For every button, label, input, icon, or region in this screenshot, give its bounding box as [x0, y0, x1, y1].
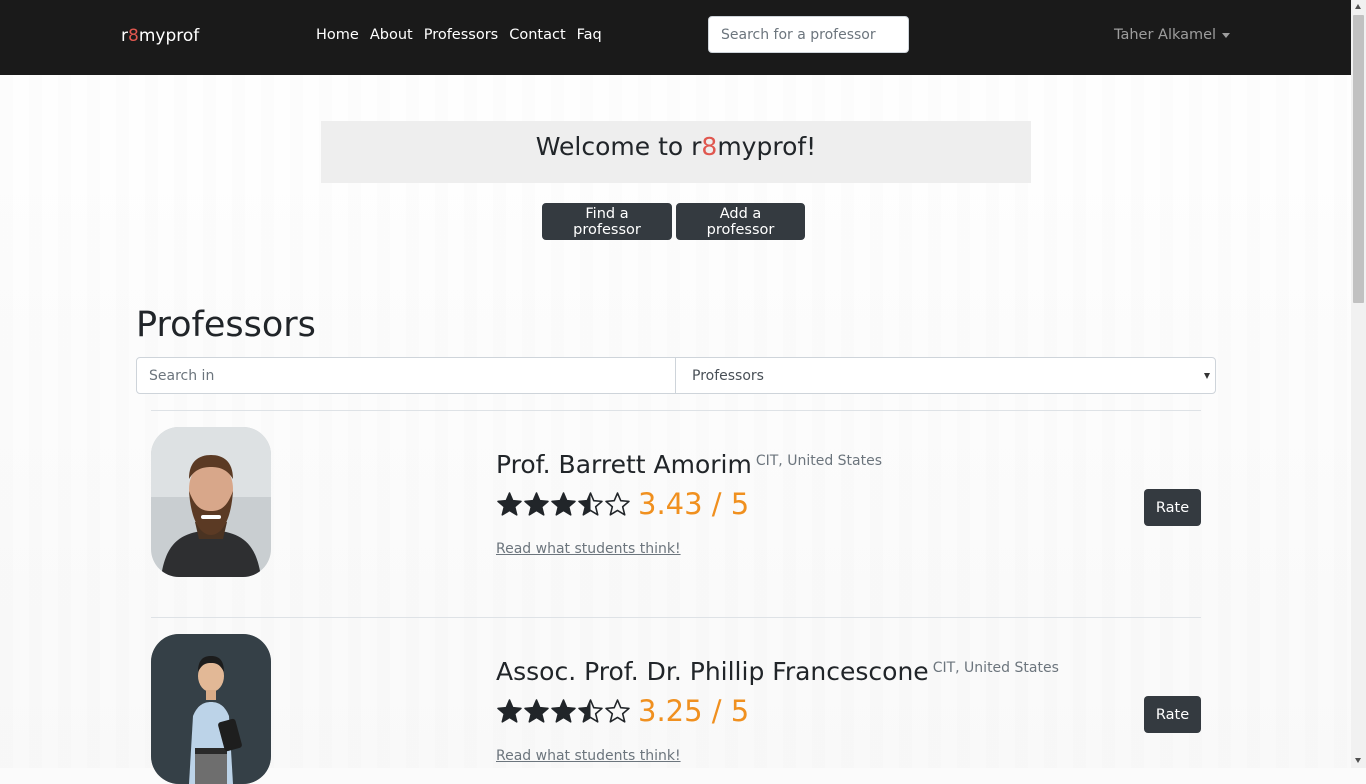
- welcome-suffix: myprof!: [717, 132, 817, 161]
- card-divider: [151, 410, 1201, 411]
- brand-prefix: r: [121, 26, 128, 46]
- find-professor-button[interactable]: Find a professor: [542, 203, 672, 240]
- star-filled-icon: [524, 699, 549, 723]
- read-reviews-link[interactable]: Read what students think!: [496, 748, 681, 764]
- rate-button[interactable]: Rate: [1144, 696, 1201, 733]
- professor-photo: [151, 427, 271, 577]
- professor-name-heading: Prof. Barrett Amorim CIT, United States: [496, 450, 882, 479]
- star-rating: [496, 491, 631, 518]
- professor-location: CIT, United States: [932, 660, 1059, 676]
- user-menu-dropdown[interactable]: Taher Alkamel: [1114, 27, 1231, 43]
- user-name: Taher Alkamel: [1114, 27, 1217, 43]
- scrollbar[interactable]: [1351, 0, 1366, 768]
- card-divider: [151, 617, 1201, 618]
- scrollbar-thumb[interactable]: [1353, 15, 1364, 303]
- professor-name: Prof. Barrett Amorim: [496, 450, 752, 479]
- star-rating: [496, 698, 631, 725]
- brand-suffix: myprof: [138, 26, 200, 46]
- star-filled-icon: [551, 699, 576, 723]
- filter-category-select[interactable]: Professors: [675, 357, 1216, 394]
- rating-value: 3.43 / 5: [638, 487, 750, 521]
- brand-logo[interactable]: r8myprof: [121, 26, 199, 46]
- nav-link-home[interactable]: Home: [316, 27, 359, 43]
- professor-photo: [151, 634, 271, 784]
- select-arrow-icon: [1204, 373, 1210, 379]
- caret-down-icon: [1222, 32, 1231, 38]
- navbar: r8myprof Home About Professors Contact F…: [0, 0, 1351, 75]
- select-value: Professors: [692, 367, 764, 384]
- star-filled-icon: [524, 492, 549, 516]
- professor-location: CIT, United States: [755, 453, 883, 469]
- nav-link-about[interactable]: About: [370, 27, 413, 43]
- read-reviews-link[interactable]: Read what students think!: [496, 541, 681, 557]
- star-filled-icon: [497, 699, 522, 723]
- star-filled-icon: [497, 492, 522, 516]
- nav-links: Home About Professors Contact Faq: [316, 27, 613, 43]
- rating-value: 3.25 / 5: [638, 694, 750, 728]
- welcome-prefix: Welcome to r: [535, 132, 702, 161]
- nav-link-faq[interactable]: Faq: [577, 27, 602, 43]
- scroll-down-icon[interactable]: [1355, 758, 1361, 763]
- star-filled-icon: [551, 492, 576, 516]
- star-empty-icon: [605, 699, 630, 723]
- star-empty-icon: [605, 492, 630, 516]
- filter-search-input[interactable]: [136, 357, 676, 394]
- star-half-icon: [578, 492, 603, 516]
- star-half-icon: [578, 699, 603, 723]
- nav-link-professors[interactable]: Professors: [424, 27, 499, 43]
- add-professor-button[interactable]: Add a professor: [676, 203, 805, 240]
- nav-link-contact[interactable]: Contact: [509, 27, 565, 43]
- professor-search-input[interactable]: [708, 16, 909, 53]
- professor-portrait-image: [151, 634, 271, 784]
- scroll-up-icon[interactable]: [1355, 4, 1361, 9]
- welcome-eight: 8: [701, 132, 718, 161]
- professor-name: Assoc. Prof. Dr. Phillip Francescone: [496, 657, 929, 686]
- section-title: Professors: [136, 305, 316, 345]
- brand-eight: 8: [128, 26, 139, 46]
- professor-portrait-image: [151, 427, 271, 577]
- professor-name-heading: Assoc. Prof. Dr. Phillip Francescone CIT,…: [496, 657, 1059, 686]
- welcome-banner: Welcome to r8myprof!: [321, 121, 1031, 183]
- rate-button[interactable]: Rate: [1144, 489, 1201, 526]
